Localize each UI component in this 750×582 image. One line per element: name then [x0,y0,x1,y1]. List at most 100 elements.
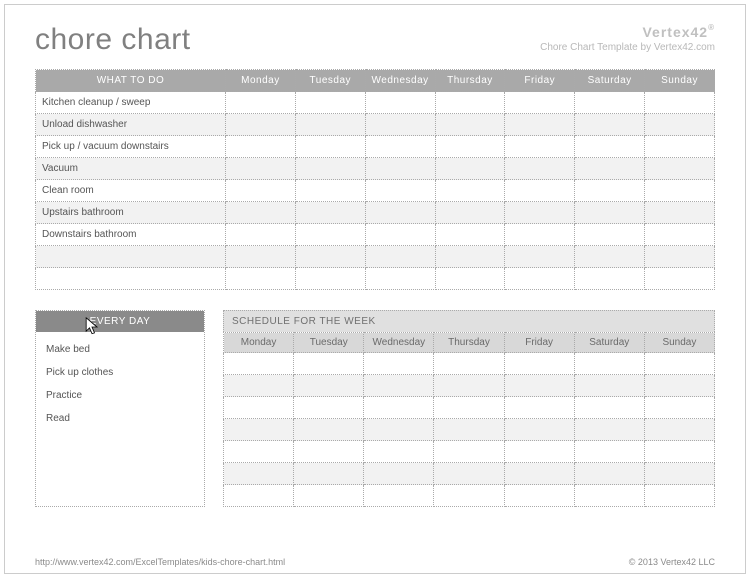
page-title: chore chart [35,23,191,57]
day-cell [505,180,575,202]
header-day: Thursday [435,70,505,92]
schedule-cell [434,397,504,419]
day-cell [575,136,645,158]
table-row: Upstairs bathroom [36,202,715,224]
day-cell [226,92,296,114]
day-cell [295,246,365,268]
day-cell [575,180,645,202]
list-item: Make bed [46,340,194,363]
schedule-cell [504,485,574,507]
table-row [224,463,715,485]
schedule-cell [364,397,434,419]
day-cell [295,92,365,114]
day-cell [226,158,296,180]
schedule-cell [574,441,644,463]
task-cell: Downstairs bathroom [36,224,226,246]
table-row: Clean room [36,180,715,202]
schedule-cell [504,397,574,419]
header-day: Friday [505,70,575,92]
schedule-cell [644,485,714,507]
schedule-cell [574,463,644,485]
list-item: Pick up clothes [46,363,194,386]
task-cell: Unload dishwasher [36,114,226,136]
schedule-cell [364,485,434,507]
schedule-cell [294,485,364,507]
schedule-cell [224,375,294,397]
day-cell [435,224,505,246]
schedule-cell [644,353,714,375]
schedule-cell [644,463,714,485]
table-row: Pick up / vacuum downstairs [36,136,715,158]
day-cell [295,224,365,246]
schedule-day: Friday [504,333,574,353]
every-day-panel: EVERY DAY Make bedPick up clothesPractic… [35,310,205,507]
day-cell [435,180,505,202]
day-cell [365,180,435,202]
task-cell: Upstairs bathroom [36,202,226,224]
day-cell [226,268,296,290]
list-item: Practice [46,386,194,409]
schedule-panel: SCHEDULE FOR THE WEEK Monday Tuesday Wed… [223,310,715,507]
day-cell [505,202,575,224]
task-cell: Vacuum [36,158,226,180]
schedule-cell [574,375,644,397]
brand-logo: Vertex42® [540,23,715,41]
document-page: chore chart Vertex42® Chore Chart Templa… [4,4,746,574]
footer-copyright: © 2013 Vertex42 LLC [629,557,715,567]
schedule-cell [434,353,504,375]
schedule-cell [224,441,294,463]
day-cell [645,92,715,114]
day-cell [365,136,435,158]
day-cell [226,246,296,268]
schedule-title: SCHEDULE FOR THE WEEK [223,310,715,332]
schedule-cell [224,485,294,507]
header-day: Saturday [575,70,645,92]
day-cell [575,224,645,246]
footer: http://www.vertex42.com/ExcelTemplates/k… [35,557,715,567]
day-cell [645,224,715,246]
schedule-cell [574,397,644,419]
day-cell [365,114,435,136]
day-cell [435,202,505,224]
day-cell [505,268,575,290]
table-row [224,397,715,419]
lower-section: EVERY DAY Make bedPick up clothesPractic… [35,310,715,507]
day-cell [575,202,645,224]
day-cell [365,158,435,180]
schedule-day: Tuesday [294,333,364,353]
schedule-day: Thursday [434,333,504,353]
table-row: Kitchen cleanup / sweep [36,92,715,114]
schedule-cell [574,485,644,507]
schedule-cell [294,441,364,463]
schedule-cell [224,419,294,441]
schedule-day: Monday [224,333,294,353]
day-cell [575,268,645,290]
day-cell [295,114,365,136]
day-cell [435,136,505,158]
table-row: Vacuum [36,158,715,180]
day-cell [505,92,575,114]
schedule-cell [434,463,504,485]
schedule-cell [294,419,364,441]
header-day: Tuesday [295,70,365,92]
table-row [224,375,715,397]
day-cell [295,136,365,158]
day-cell [575,246,645,268]
schedule-cell [224,397,294,419]
day-cell [645,268,715,290]
chore-grid-header-row: WHAT TO DO Monday Tuesday Wednesday Thur… [36,70,715,92]
table-row [36,246,715,268]
task-cell [36,268,226,290]
schedule-cell [294,353,364,375]
schedule-cell [504,353,574,375]
table-row: Downstairs bathroom [36,224,715,246]
day-cell [505,114,575,136]
schedule-day: Sunday [644,333,714,353]
day-cell [435,246,505,268]
day-cell [435,268,505,290]
task-cell: Kitchen cleanup / sweep [36,92,226,114]
every-day-header: EVERY DAY [36,311,204,332]
schedule-cell [574,419,644,441]
day-cell [435,158,505,180]
schedule-cell [644,441,714,463]
